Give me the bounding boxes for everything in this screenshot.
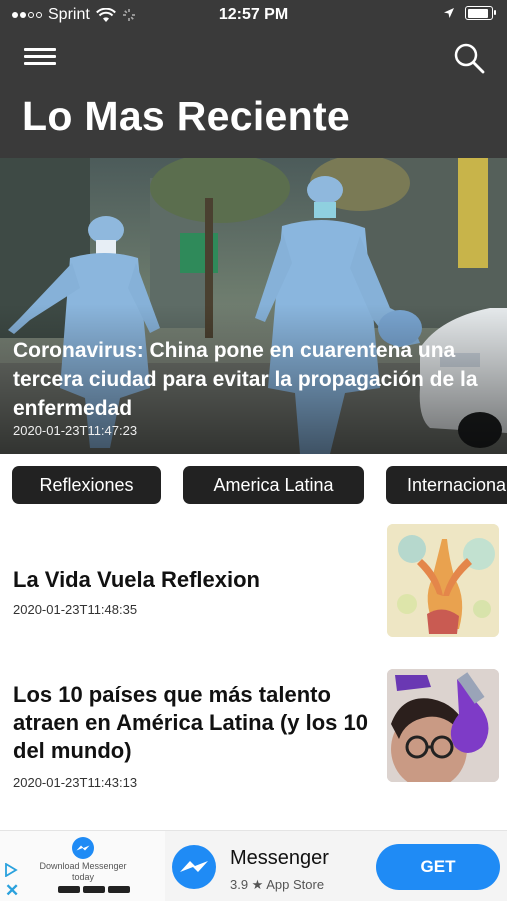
article-image [387, 524, 499, 637]
hero-title[interactable]: Coronavirus: China pone en cuarentena un… [13, 336, 493, 423]
battery-icon [465, 6, 496, 20]
article-thumbnail[interactable] [387, 669, 499, 782]
hero-article[interactable]: Coronavirus: China pone en cuarentena un… [0, 158, 507, 454]
nav-bar [0, 30, 507, 85]
ad-close-icon[interactable]: ✕ [5, 881, 19, 901]
page-title: Lo Mas Reciente [22, 93, 351, 139]
hamburger-menu-icon[interactable] [24, 44, 56, 72]
category-chips: Reflexiones America Latina Internacional [0, 466, 507, 506]
messenger-app-icon[interactable] [170, 843, 218, 891]
article-title[interactable]: La Vida Vuela Reflexion [13, 566, 373, 594]
status-bar: Sprint 12:57 PM [0, 0, 507, 30]
article-date: 2020-01-23T11:48:35 [13, 602, 138, 617]
ad-app-rating: 3.9 ★ App Store [230, 877, 325, 892]
status-time: 12:57 PM [218, 6, 289, 23]
article-image [387, 669, 499, 782]
article-title[interactable]: Los 10 países que más talento atraen en … [13, 681, 373, 765]
store-badges [58, 886, 130, 893]
category-chip-reflexiones[interactable]: Reflexiones [12, 466, 161, 504]
list-item[interactable]: Los 10 países que más talento atraen en … [0, 665, 507, 805]
status-right [443, 6, 496, 20]
header: Lo Mas Reciente [0, 85, 507, 158]
ad-app-name[interactable]: Messenger [230, 847, 329, 870]
category-chip-internacional[interactable]: Internacional [386, 466, 507, 504]
get-button[interactable]: GET [376, 844, 500, 890]
ad-banner[interactable]: Download Messenger today ✕ Messenger 3.9… [0, 830, 507, 901]
messenger-logo-small-icon [72, 837, 94, 859]
list-item[interactable]: La Vida Vuela Reflexion 2020-01-23T11:48… [0, 520, 507, 650]
search-icon[interactable] [453, 42, 485, 74]
category-chip-america-latina[interactable]: America Latina [183, 466, 364, 504]
article-date: 2020-01-23T11:43:13 [13, 775, 138, 790]
hero-date: 2020-01-23T11:47:23 [13, 423, 138, 438]
adchoices-icon[interactable] [4, 863, 18, 877]
location-arrow-icon [444, 8, 454, 18]
ad-promo-panel[interactable]: Download Messenger today ✕ [0, 831, 165, 901]
ad-promo-text: Download Messenger today [39, 861, 127, 882]
article-thumbnail[interactable] [387, 524, 499, 637]
